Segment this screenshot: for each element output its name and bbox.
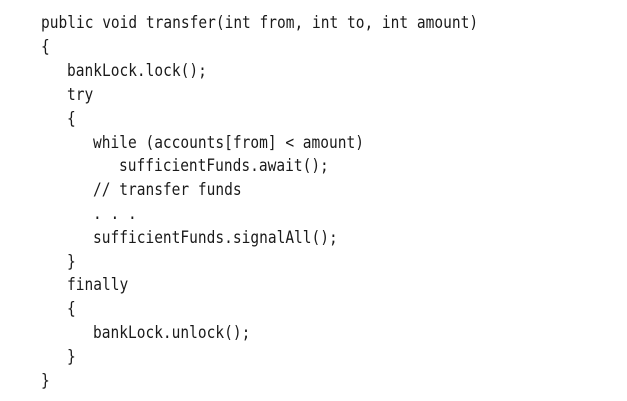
code-line-while: while (accounts[from] < amount) <box>93 133 364 152</box>
code-line-close-try-brace: } <box>67 252 76 271</box>
code-line-signal-all: sufficientFunds.signalAll(); <box>93 228 338 247</box>
code-line-try: try <box>67 85 94 104</box>
code-line-unlock: bankLock.unlock(); <box>93 323 251 342</box>
code-line-close-finally-brace: } <box>67 347 76 366</box>
code-line-ellipsis: . . . <box>93 204 137 223</box>
code-line-comment: // transfer funds <box>93 180 242 199</box>
code-line-open-finally-brace: { <box>67 299 76 318</box>
code-line-finally: finally <box>67 275 129 294</box>
code-line-open-method-brace: { <box>41 37 50 56</box>
code-line-await: sufficientFunds.await(); <box>119 156 329 175</box>
code-line-open-try-brace: { <box>67 109 76 128</box>
code-listing: public void transfer(int from, int to, i… <box>0 0 627 401</box>
code-line-close-method-brace: } <box>41 371 50 390</box>
code-line-lock: bankLock.lock(); <box>67 61 207 80</box>
code-line-method-signature: public void transfer(int from, int to, i… <box>41 13 479 32</box>
